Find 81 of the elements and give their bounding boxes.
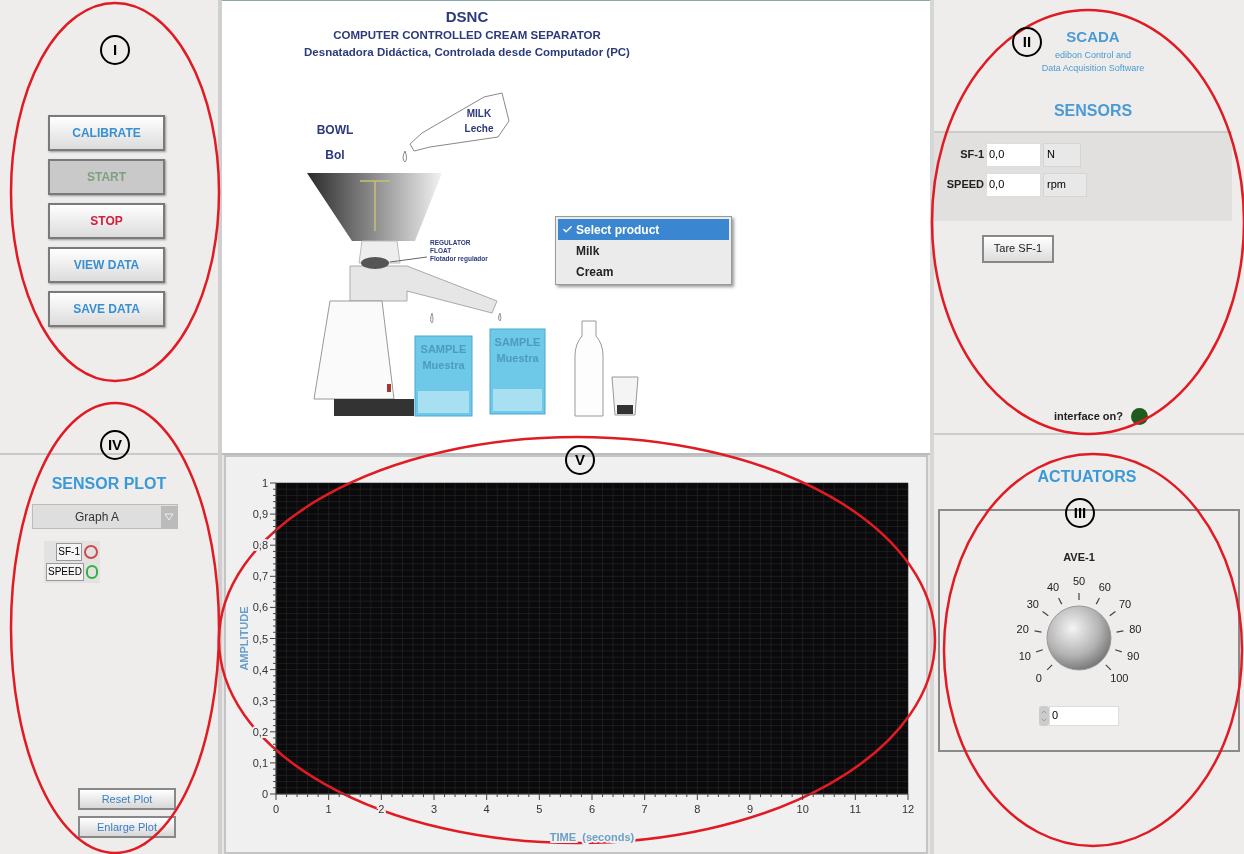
- tick-label: 1: [325, 803, 332, 815]
- menu-item[interactable]: Cream: [558, 261, 729, 282]
- dial-label: 60: [1098, 580, 1111, 593]
- legend-label: SPEED: [46, 563, 84, 581]
- tick-label: 0,1: [252, 756, 268, 769]
- tick-label: 0,7: [252, 570, 268, 583]
- tick-label: 0,4: [252, 663, 268, 676]
- menu-item[interactable]: Select product: [558, 219, 729, 240]
- diagram-title: Desnatadora Didáctica, Controlada desde Computador (PC): [304, 45, 630, 60]
- app-subtitle: edibon Control and: [1054, 48, 1132, 62]
- bowl-label: Bol: [325, 148, 345, 162]
- milk-label: Leche: [464, 123, 494, 134]
- control-button[interactable]: STOP: [48, 203, 165, 239]
- tick-label: 3: [430, 803, 438, 815]
- tick-label: 4: [483, 803, 490, 815]
- glass-drawing: [611, 376, 639, 416]
- sensor-label: SPEED: [945, 177, 984, 193]
- tick-label: 6: [588, 803, 596, 815]
- annotation-marker: III: [1065, 498, 1095, 528]
- tick-label: 0: [261, 788, 268, 800]
- tick-label: 12: [901, 803, 915, 815]
- tick-label: 0: [272, 803, 280, 815]
- annotation-marker: II: [1012, 27, 1042, 57]
- sensor-value-field: 0,0: [986, 172, 1041, 197]
- tick-label: 10: [796, 803, 809, 815]
- tick-label: 1: [261, 477, 268, 489]
- menu-item[interactable]: Milk: [558, 240, 729, 261]
- app-subtitle: Data Acquisition Software: [1041, 61, 1145, 75]
- tick-label: 5: [536, 803, 543, 815]
- tare-button[interactable]: Tare SF-1: [982, 234, 1054, 263]
- knob[interactable]: [1046, 605, 1112, 670]
- check-icon: [561, 224, 573, 235]
- sensor-value-field: 0,0: [986, 142, 1041, 167]
- control-button[interactable]: CALIBRATE: [48, 115, 165, 151]
- tick-label: 0,3: [252, 694, 268, 707]
- milk-label: MILK: [466, 108, 492, 119]
- diagram-title: DSNC: [445, 7, 489, 27]
- regulator-float-drawing: [361, 257, 389, 269]
- annotation-marker: IV: [100, 430, 130, 460]
- tick-label: 9: [746, 803, 754, 815]
- annotation-marker: I: [100, 35, 130, 65]
- axis-title: AMPLITUDE: [238, 606, 250, 671]
- tick-label: 0,9: [252, 508, 268, 521]
- tick-label: 8: [694, 803, 701, 815]
- plot-button[interactable]: Reset Plot: [78, 788, 176, 810]
- dial-label: 50: [1072, 574, 1086, 587]
- annotation-marker: V: [565, 445, 595, 475]
- tick-label: 7: [641, 803, 648, 815]
- dial-label: 20: [1016, 622, 1029, 635]
- leader-line: [389, 256, 428, 263]
- dial-label: 30: [1026, 598, 1039, 610]
- axis-title: TIME (seconds): [549, 831, 635, 843]
- panel-heading: SENSORS: [1053, 100, 1133, 121]
- tick-label: 0,6: [252, 601, 268, 614]
- sensor-label: SF-1: [959, 147, 984, 163]
- diagram-title: COMPUTER CONTROLLED CREAM SEPARATOR: [333, 28, 601, 43]
- stepper-arrows-icon[interactable]: [1039, 705, 1049, 726]
- dial-label: 90: [1127, 649, 1140, 662]
- tick-label: 11: [849, 803, 862, 815]
- tick-label: 0,5: [252, 632, 268, 645]
- sensor-unit: N: [1043, 142, 1081, 167]
- dial-label: 0: [1035, 671, 1042, 684]
- dial-label: 40: [1047, 580, 1060, 593]
- knob-dial[interactable]: 0 10 20 30 40 50 60 70 80 90 100: [1004, 565, 1154, 706]
- legend-label: SF-1: [56, 543, 82, 561]
- dial-label: 10: [1018, 649, 1031, 662]
- panel-heading: SENSOR PLOT: [50, 474, 168, 494]
- sensor-unit: rpm: [1043, 172, 1087, 197]
- dial-label: 70: [1119, 598, 1132, 610]
- dial-label: 80: [1129, 622, 1142, 635]
- interface-label: interface on?: [1053, 409, 1123, 425]
- knob-label: AVE-1: [1063, 550, 1095, 565]
- knob-value-field[interactable]: 0: [1049, 705, 1119, 726]
- graph-dropdown[interactable]: Graph A: [32, 504, 178, 529]
- app-title: SCADA: [1066, 27, 1120, 47]
- control-button[interactable]: VIEW DATA: [48, 247, 165, 283]
- dial-label: 100: [1110, 671, 1129, 684]
- bowl-label: BOWL: [316, 123, 354, 137]
- control-button[interactable]: SAVE DATA: [48, 291, 165, 327]
- panel-heading: ACTUATORS: [1036, 467, 1138, 487]
- plot-button[interactable]: Enlarge Plot: [78, 816, 176, 838]
